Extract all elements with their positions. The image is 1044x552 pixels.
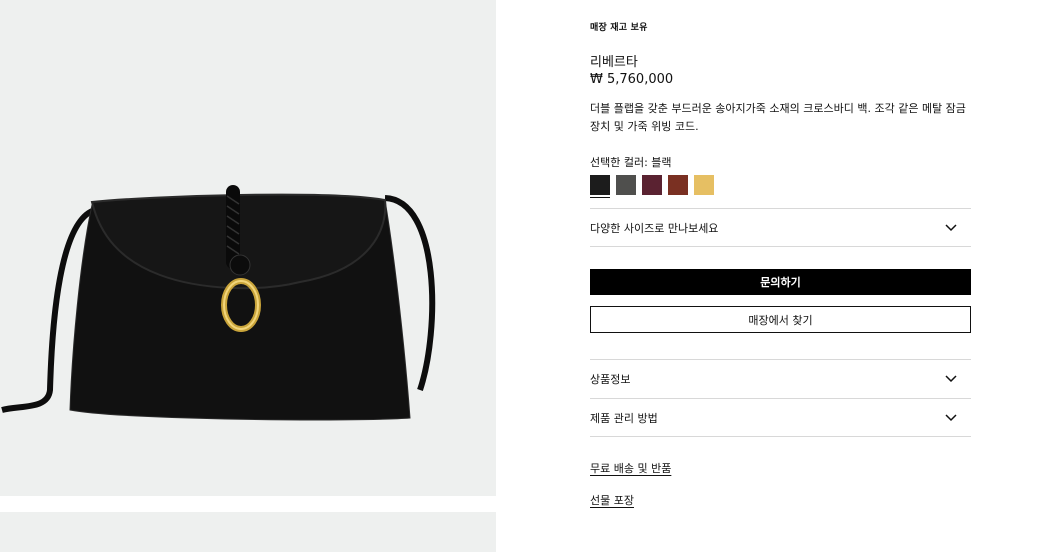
chevron-down-icon (945, 373, 957, 385)
product-description: 더블 플랩을 갖춘 부드러운 송아지가죽 소재의 크로스바디 백. 조각 같은 … (590, 102, 966, 133)
gift-wrap-link[interactable]: 선물 포장 (590, 492, 634, 508)
color-swatch-burgundy[interactable] (642, 175, 662, 195)
selected-color-label: 선택한 컬러: 블랙 (590, 156, 672, 169)
divider (590, 436, 971, 437)
accordion-label: 상품정보 (590, 373, 631, 386)
accordion-care[interactable]: 제품 관리 방법 (590, 399, 971, 437)
product-image-secondary[interactable] (0, 512, 496, 552)
size-selector[interactable]: 다양한 사이즈로 만나보세요 (590, 209, 971, 247)
product-price: ₩ 5,760,000 (590, 72, 674, 87)
color-swatch-brown[interactable] (668, 175, 688, 195)
stock-badge: 매장 재고 보유 (590, 23, 648, 33)
size-selector-label: 다양한 사이즈로 만나보세요 (590, 222, 719, 235)
find-in-store-button[interactable]: 매장에서 찾기 (590, 306, 971, 333)
color-swatch-yellow[interactable] (694, 175, 714, 195)
product-gallery (0, 0, 496, 552)
handbag-photo (1, 185, 436, 421)
shipping-returns-link[interactable]: 무료 배송 및 반품 (590, 460, 671, 476)
accordion-product-info[interactable]: 상품정보 (590, 360, 971, 398)
color-swatch-gray[interactable] (616, 175, 636, 195)
accordion-label: 제품 관리 방법 (590, 412, 658, 425)
product-name: 리베르타 (590, 55, 638, 70)
divider (590, 246, 971, 247)
product-image[interactable] (0, 0, 496, 496)
color-swatches (590, 175, 714, 198)
inquire-button[interactable]: 문의하기 (590, 269, 971, 295)
chevron-down-icon (945, 222, 957, 234)
color-swatch-black[interactable] (590, 175, 610, 198)
chevron-down-icon (945, 412, 957, 424)
